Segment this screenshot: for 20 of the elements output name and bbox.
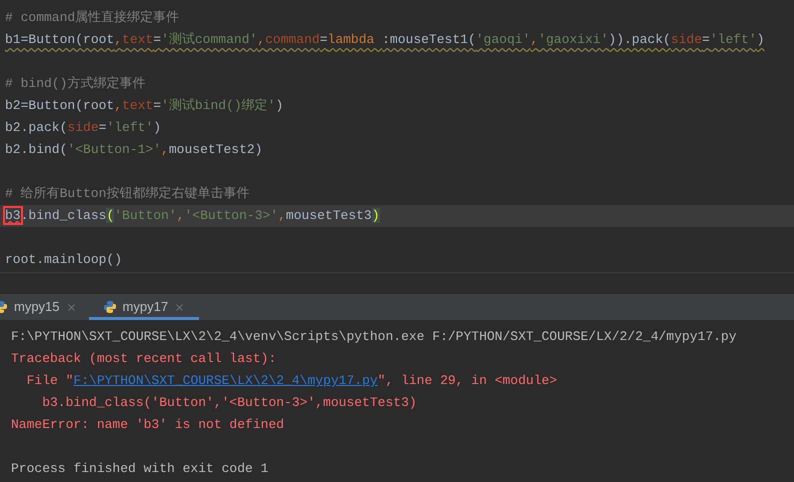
close-icon[interactable]	[174, 302, 186, 312]
code-line: b1=Button(root,text='测试command',command=lambda :mouseTest1('gaoqi','gaoxixi')).pack(side='left')	[5, 31, 764, 50]
python-logo-icon	[102, 300, 117, 314]
close-icon[interactable]	[66, 302, 77, 312]
code-line: b2.pack(side='left')	[5, 119, 162, 138]
console-line: Process finished with exit code 1	[11, 460, 268, 478]
run-tab[interactable]: mypy15	[0, 294, 89, 320]
console-line: File "F:\PYTHON\SXT_COURSE\LX\2\2_4\mypy17.py", line 29, in <module>	[26, 372, 558, 390]
code-line: # bind()方式绑定事件	[5, 75, 146, 94]
code-line: # command属性直接绑定事件	[5, 9, 180, 28]
code-line: b3.bind_class('Button','<Button-3>',mousetTest3)	[5, 207, 380, 226]
file-link[interactable]: F:\PYTHON\SXT_COURSE\LX\2\2_4\mypy17.py	[73, 373, 378, 388]
code-line: root.mainloop()	[5, 251, 122, 270]
code-line: # 给所有Button按钮都绑定右键单击事件	[5, 185, 250, 204]
code-line: b2=Button(root,text='测试bind()绑定')	[5, 97, 284, 116]
console-line: F:\PYTHON\SXT_COURSE\LX\2\2_4\venv\Scripts\python.exe F:/PYTHON/SXT_COURSE/LX/2/2_4/mypy17.py	[11, 328, 737, 346]
console-line: Traceback (most recent call last):	[11, 350, 276, 368]
console-line: b3.bind_class('Button','<Button-3>',mousetTest3)	[41, 394, 417, 412]
console-line: NameError: name 'b3' is not defined	[11, 416, 284, 434]
code-line: b2.bind('<Button-1>',mousetTest2)	[5, 141, 262, 160]
